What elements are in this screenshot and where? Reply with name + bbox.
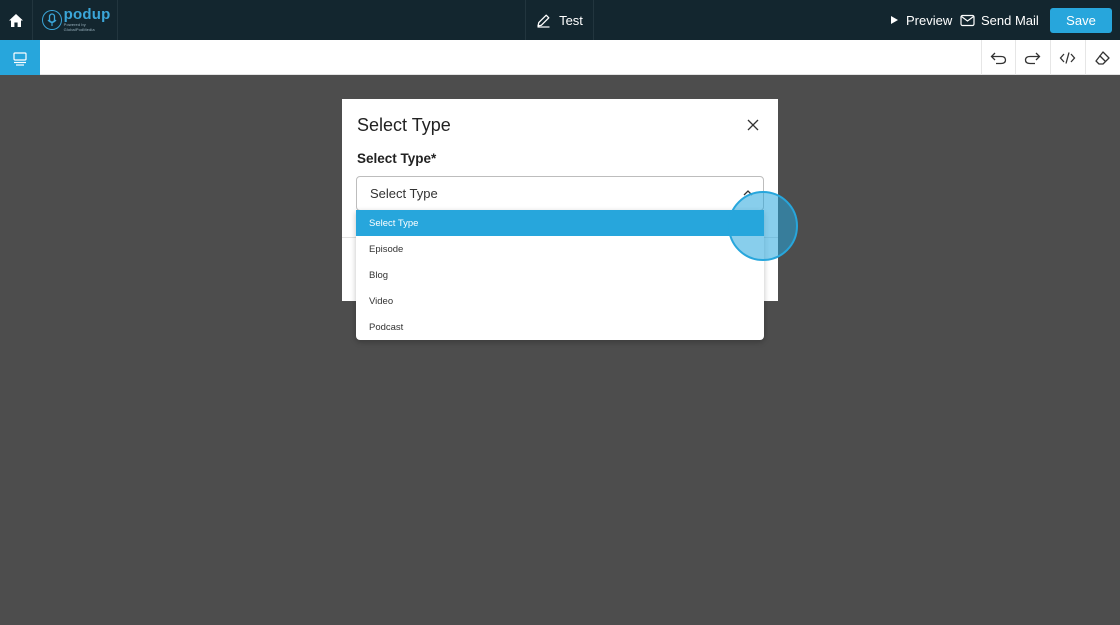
mic-icon — [42, 10, 62, 30]
undo-button[interactable] — [981, 40, 1015, 75]
send-mail-button[interactable]: Send Mail — [960, 0, 1039, 40]
modal-title: Select Type — [357, 115, 451, 135]
pencil-icon — [537, 14, 550, 28]
type-select-value: Select Type — [370, 186, 438, 201]
option-select-type[interactable]: Select Type — [356, 210, 764, 236]
document-title[interactable]: Test — [525, 0, 594, 40]
home-button[interactable] — [0, 0, 33, 40]
save-button[interactable]: Save — [1050, 8, 1112, 33]
eraser-icon — [1095, 50, 1110, 65]
close-button[interactable] — [744, 116, 762, 134]
document-title-text: Test — [559, 12, 583, 28]
select-type-label: Select Type* — [357, 151, 437, 166]
undo-icon — [990, 52, 1007, 64]
layers-icon — [13, 51, 27, 66]
preview-button[interactable]: Preview — [889, 0, 952, 40]
option-video[interactable]: Video — [356, 288, 764, 314]
type-dropdown-list: Select Type Episode Blog Video Podcast — [356, 210, 764, 340]
type-select[interactable]: Select Type — [356, 176, 764, 211]
option-podcast[interactable]: Podcast — [356, 314, 764, 340]
close-icon — [747, 119, 759, 131]
code-view-button[interactable] — [1050, 40, 1084, 75]
play-icon — [891, 16, 898, 24]
chevron-up-icon — [743, 190, 753, 196]
redo-button[interactable] — [1015, 40, 1049, 75]
clear-button[interactable] — [1085, 40, 1119, 75]
editor-toolbar — [0, 40, 1120, 75]
redo-icon — [1024, 52, 1041, 64]
send-mail-label: Send Mail — [981, 12, 1039, 28]
logo-text: podup — [63, 6, 111, 23]
option-episode[interactable]: Episode — [356, 236, 764, 262]
code-icon — [1059, 51, 1076, 64]
panel-toggle-button[interactable] — [0, 40, 40, 75]
preview-label: Preview — [906, 12, 953, 28]
brand-logo: podup Powered by GlobalPodMedia — [34, 0, 118, 40]
top-bar: podup Powered by GlobalPodMedia Test Pre… — [0, 0, 1120, 40]
logo-subtext: Powered by GlobalPodMedia — [63, 22, 95, 32]
home-icon — [9, 13, 23, 27]
option-blog[interactable]: Blog — [356, 262, 764, 288]
mail-icon — [960, 14, 975, 26]
